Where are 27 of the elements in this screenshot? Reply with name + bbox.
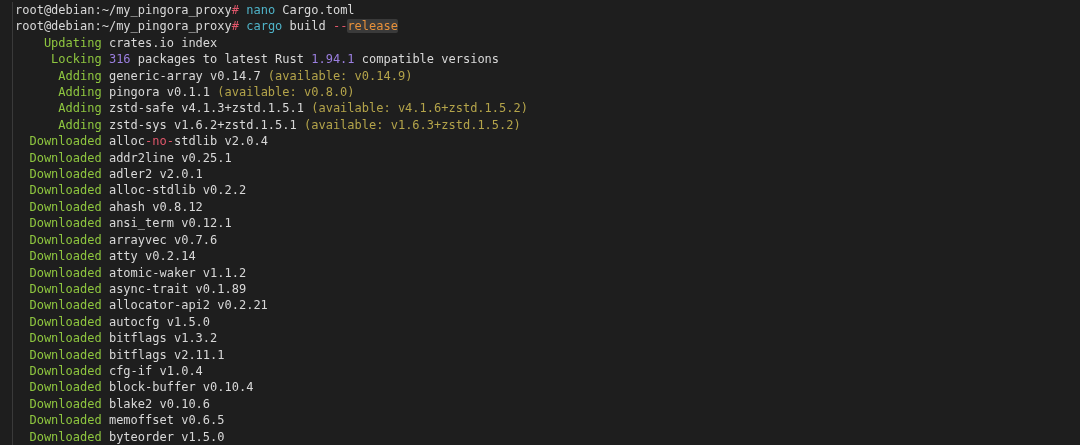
output-line: Downloaded cfg-if v1.0.4: [28, 362, 203, 380]
output-line: Locking 316 packages to latest Rust 1.94.1 compatible versions: [50, 51, 500, 68]
output-line: Downloaded ahash v0.8.12: [28, 198, 203, 216]
command-line: root@debian:~/my_pingora_proxy# cargo build --release: [15, 18, 398, 35]
output-line: Downloaded addr2line v0.25.1: [28, 149, 232, 167]
output-line: Downloaded async-trait v0.1.89: [28, 280, 247, 298]
output-line: Downloaded alloc-stdlib v0.2.2: [28, 182, 247, 199]
output-line: Downloaded byteorder v1.5.0: [28, 428, 225, 445]
output-line: Downloaded block-buffer v0.10.4: [28, 379, 254, 396]
output-line: Downloaded arrayvec v0.7.6: [28, 231, 218, 249]
output-line: Downloaded atomic-waker v1.1.2: [28, 264, 247, 281]
output-line: Adding generic-array v0.14.7 (available: v0.14.9): [57, 67, 413, 85]
output-line: Updating crates.io index: [42, 34, 218, 52]
output-line: Adding zstd-sys v1.6.2+zstd.1.5.1 (available: v1.6.3+zstd.1.5.2): [57, 116, 521, 134]
output-line: Downloaded alloc-no-stdlib v2.0.4: [28, 133, 268, 150]
output-line: Adding zstd-safe v4.1.3+zstd.1.5.1 (available: v4.1.6+zstd.1.5.2): [57, 100, 528, 117]
output-line: Downloaded adler2 v2.0.1: [28, 166, 203, 183]
output-line: Downloaded autocfg v1.5.0: [28, 313, 211, 331]
output-line: Downloaded memoffset v0.6.5: [28, 412, 225, 429]
output-line: Downloaded allocator-api2 v0.2.21: [28, 297, 268, 314]
output-line: Downloaded bitflags v1.3.2: [28, 330, 218, 347]
output-line: Downloaded blake2 v0.10.6: [28, 395, 211, 413]
output-line: Downloaded bitflags v2.11.1: [28, 346, 225, 363]
output-line: Adding pingora v0.1.1 (available: v0.8.0): [57, 84, 355, 101]
output-line: Downloaded atty v0.2.14: [28, 248, 196, 265]
command-line: root@debian:~/my_pingora_proxy# nano Cargo.toml: [15, 2, 355, 19]
output-line: Downloaded ansi_term v0.12.1: [28, 215, 232, 232]
